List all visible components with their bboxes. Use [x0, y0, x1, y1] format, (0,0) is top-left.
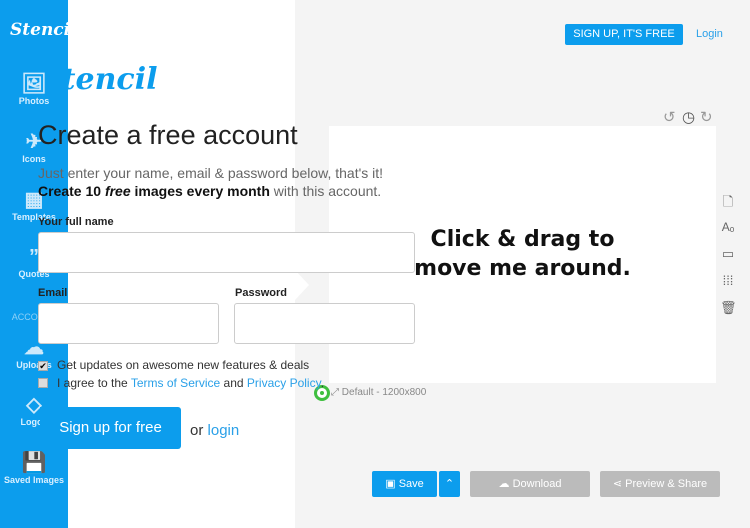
signup-form: Create a free account Just enter your na…	[0, 0, 415, 528]
header-login-link[interactable]: Login	[696, 28, 723, 40]
agree-label: I agree to the Terms of Service and Priv…	[57, 376, 325, 390]
page-title: Create a free account	[38, 120, 298, 150]
resize-icon: ⤢	[331, 387, 342, 398]
agree-checkbox[interactable]	[38, 378, 48, 388]
subtitle: Just enter your name, email & password b…	[38, 165, 384, 181]
cloud-download-icon: ☁	[498, 478, 513, 490]
header-signup-button[interactable]: SIGN UP, IT'S FREE	[565, 24, 683, 45]
page-icon[interactable]: 🗋	[720, 193, 736, 215]
email-input[interactable]	[38, 303, 219, 344]
save-button[interactable]: ▣ Save	[372, 471, 437, 497]
password-input[interactable]	[234, 303, 415, 344]
trash-icon[interactable]: 🗑	[720, 300, 737, 316]
text-style-icon[interactable]: Aₒ	[720, 220, 736, 234]
updates-label: Get updates on awesome new features & de…	[57, 358, 310, 372]
share-icon: ⋖	[612, 478, 626, 490]
canvas-text-element[interactable]: Click & drag to move me around.	[410, 225, 635, 283]
floppy-icon: ▣	[385, 478, 399, 490]
undo-icon[interactable]: ↺	[663, 108, 676, 126]
name-label: Your full name	[38, 216, 114, 228]
grid-icon[interactable]: ⁞⁞⁞	[720, 273, 736, 288]
window-icon[interactable]: ▭	[720, 246, 736, 262]
preview-share-button[interactable]: ⋖ Preview & Share	[600, 471, 720, 497]
updates-checkbox[interactable]: ✔	[38, 361, 48, 371]
full-name-input[interactable]	[38, 232, 415, 273]
privacy-link[interactable]: Privacy Policy	[247, 376, 321, 390]
redo-icon[interactable]: ↻	[700, 108, 713, 126]
canvas-size-label[interactable]: ⤢ Default - 1200x800	[331, 387, 426, 398]
password-label: Password	[235, 287, 287, 299]
terms-link[interactable]: Terms of Service	[131, 376, 220, 390]
or-login: or login	[190, 422, 240, 439]
save-options-button[interactable]: ⌃	[439, 471, 460, 497]
signup-button[interactable]: Sign up for free	[40, 407, 181, 449]
promo-text: Create 10 free images every month with t…	[38, 183, 382, 199]
history-icon[interactable]: ◷	[682, 108, 695, 126]
chevron-up-icon: ⌃	[444, 478, 455, 490]
email-label: Email	[38, 287, 68, 299]
download-button[interactable]: ☁ Download	[470, 471, 590, 497]
login-link[interactable]: login	[208, 422, 240, 439]
